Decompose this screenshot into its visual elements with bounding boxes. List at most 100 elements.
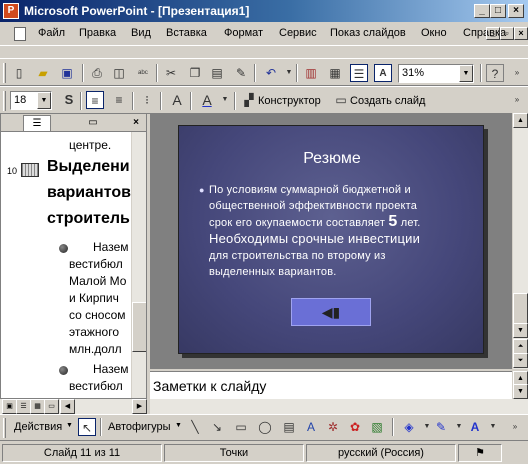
doc-restore-button[interactable]: ▫ <box>500 27 514 40</box>
open-icon[interactable]: ▰ <box>34 64 52 82</box>
toolbar-options-icon[interactable]: » <box>508 64 526 82</box>
bullet-icon: ● <box>199 185 205 195</box>
menu-insert[interactable]: Вставка <box>166 27 207 39</box>
slide-hscrollbar[interactable] <box>150 399 528 414</box>
notes-scrollbar[interactable]: ▲ ▼ <box>512 371 528 399</box>
chevron-down-icon[interactable]: ▼ <box>37 92 51 109</box>
chevron-down-icon[interactable]: ▼ <box>66 422 73 429</box>
new-icon[interactable]: ▯ <box>10 64 28 82</box>
notes-pane[interactable]: Заметки к слайду <box>150 371 512 399</box>
toolbar-options-icon[interactable]: » <box>506 418 524 436</box>
next-slide-icon[interactable]: ⏷ <box>513 353 528 368</box>
slide[interactable]: Резюме ● По условиям суммарной бюджетной… <box>178 125 484 354</box>
font-color-dropdown-icon[interactable]: ▼ <box>216 91 234 109</box>
menu-edit[interactable]: Правка <box>79 27 116 39</box>
slide-sorter-icon[interactable]: ▦ <box>30 399 45 414</box>
print-icon[interactable]: ⎙ <box>88 64 106 82</box>
document-icon[interactable] <box>14 27 26 41</box>
slide-scrollbar[interactable]: ▲ ▼ ⏶ ⏷ <box>512 113 528 369</box>
new-slide-icon[interactable]: ▭ <box>332 91 350 109</box>
speaker-icon: ◀▮ <box>321 304 341 320</box>
bullets-icon[interactable]: ⁝ <box>138 91 156 109</box>
minimize-button[interactable]: _ <box>474 4 490 18</box>
close-button[interactable]: × <box>508 4 524 18</box>
designer-button[interactable]: Конструктор <box>258 95 321 107</box>
picture-icon[interactable]: ▧ <box>368 418 386 436</box>
new-slide-button[interactable]: Создать слайд <box>350 95 425 107</box>
spelling-icon[interactable]: ᵃᵇᶜ <box>134 64 152 82</box>
textbox-icon[interactable]: ▤ <box>280 418 298 436</box>
wordart-icon[interactable]: A <box>302 418 320 436</box>
shadow-icon[interactable]: S <box>60 91 78 109</box>
copy-icon[interactable]: ❐ <box>186 64 204 82</box>
font-color-icon[interactable]: A <box>198 91 216 109</box>
slide-icon[interactable] <box>21 163 39 177</box>
font-color-icon[interactable]: A <box>466 418 484 436</box>
sound-button[interactable]: ◀▮ <box>291 298 371 326</box>
menu-tools[interactable]: Сервис <box>279 27 317 39</box>
font-size-value: 18 <box>14 94 27 106</box>
scroll-thumb[interactable] <box>132 302 146 352</box>
slide-counter: Слайд 11 из 11 <box>2 444 162 462</box>
paste-icon[interactable]: ▤ <box>208 64 226 82</box>
slide-body[interactable]: ● По условиям суммарной бюджетной и обще… <box>199 182 477 280</box>
fill-color-icon[interactable]: ◈ <box>400 418 418 436</box>
chevron-down-icon[interactable]: ▼ <box>484 418 502 436</box>
align-center-icon[interactable]: ≡ <box>110 91 128 109</box>
scroll-left-icon[interactable]: ◀ <box>60 399 75 414</box>
chevron-down-icon[interactable]: ▼ <box>459 65 473 82</box>
insert-chart-icon[interactable]: ▥ <box>302 64 320 82</box>
close-pane-icon[interactable]: × <box>129 115 143 131</box>
doc-minimize-button[interactable]: _ <box>486 27 500 40</box>
arrow-icon[interactable]: ↘ <box>208 418 226 436</box>
line-icon[interactable]: ╲ <box>186 418 204 436</box>
diagram-icon[interactable]: ✲ <box>324 418 342 436</box>
expand-all-icon[interactable]: ☰ <box>350 64 368 82</box>
save-icon[interactable]: ▣ <box>58 64 76 82</box>
undo-icon[interactable]: ↶ <box>262 64 280 82</box>
maximize-button[interactable]: □ <box>490 4 506 18</box>
insert-table-icon[interactable]: ▦ <box>326 64 344 82</box>
scroll-up-icon[interactable]: ▲ <box>513 113 528 128</box>
oval-icon[interactable]: ◯ <box>256 418 274 436</box>
outline-text[interactable]: центре. 10 Выделени вариантов строитель … <box>1 132 131 398</box>
print-preview-icon[interactable]: ◫ <box>110 64 128 82</box>
select-pointer-icon[interactable]: ↖ <box>78 418 96 436</box>
increase-font-icon[interactable]: A <box>168 91 186 109</box>
slideshow-view-icon[interactable]: ▭ <box>44 399 59 414</box>
doc-close-button[interactable]: × <box>514 27 528 40</box>
zoom-combo[interactable]: 31% ▼ <box>398 64 474 83</box>
menu-window[interactable]: Окно <box>421 27 447 39</box>
slide-body-line: выделенных вариантов. <box>209 266 337 278</box>
rectangle-icon[interactable]: ▭ <box>232 418 250 436</box>
normal-view-icon[interactable]: ▣ <box>2 399 17 414</box>
designer-icon[interactable]: ▞ <box>240 91 258 109</box>
outline-scrollbar[interactable] <box>131 132 146 398</box>
powerpoint-app-icon[interactable]: P <box>3 3 19 19</box>
toolbar-options-icon[interactable]: » <box>508 91 526 109</box>
show-formatting-icon[interactable]: A <box>374 64 392 82</box>
help-icon[interactable]: ? <box>486 64 504 82</box>
line-color-icon[interactable]: ✎ <box>432 418 450 436</box>
clipart-icon[interactable]: ✿ <box>346 418 364 436</box>
slide-title[interactable]: Резюме <box>179 150 485 168</box>
spelling-status-icon[interactable]: ⚑ <box>458 444 502 462</box>
font-size-combo[interactable]: 18 ▼ <box>10 91 52 110</box>
menu-format[interactable]: Формат <box>224 27 263 39</box>
align-left-icon[interactable]: ≡ <box>86 91 104 109</box>
cut-icon[interactable]: ✂ <box>162 64 180 82</box>
tab-slides[interactable]: ▭ <box>79 115 107 131</box>
scroll-down-icon[interactable]: ▼ <box>513 323 528 338</box>
scroll-right-icon[interactable]: ▶ <box>132 399 147 414</box>
actions-menu[interactable]: Действия <box>14 421 62 433</box>
menu-file[interactable]: Файл <box>38 27 65 39</box>
previous-slide-icon[interactable]: ⏶ <box>513 339 528 354</box>
menu-slideshow[interactable]: Показ слайдов <box>330 27 406 39</box>
format-painter-icon[interactable]: ✎ <box>232 64 250 82</box>
chevron-down-icon[interactable]: ▼ <box>175 422 182 429</box>
outline-view-icon[interactable]: ☰ <box>16 399 31 414</box>
tab-outline[interactable]: ☰ <box>23 115 51 131</box>
scroll-down-icon[interactable]: ▼ <box>513 384 528 399</box>
menu-view[interactable]: Вид <box>131 27 151 39</box>
autoshapes-menu[interactable]: Автофигуры <box>108 421 171 433</box>
